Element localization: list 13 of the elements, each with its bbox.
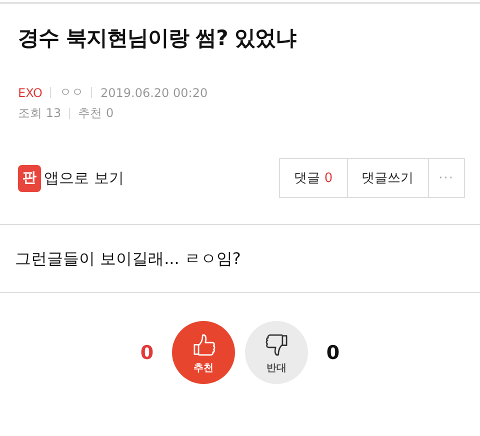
post-title: 경수 북지현님이랑 썸? 있었냐 xyxy=(18,25,298,52)
downvote-button[interactable]: 반대 xyxy=(245,321,308,384)
post-date: 2019.06.20 00:20 xyxy=(100,86,208,100)
author-name: ㅇㅇ xyxy=(59,84,84,101)
upvote-button[interactable]: 추천 xyxy=(172,321,235,384)
app-icon[interactable]: 판 xyxy=(18,164,41,192)
vote-count: 0 xyxy=(325,342,341,364)
vote-count: 0 xyxy=(139,342,155,364)
category-link[interactable]: EXO xyxy=(18,86,42,100)
post-stat: 추천 0 xyxy=(78,105,114,122)
post-body: 그런글들이 보이길래... ㄹㅇ임? xyxy=(0,225,480,293)
post-stat: 조회 13 xyxy=(18,105,62,122)
open-in-app-link[interactable]: 앱으로 보기 xyxy=(44,168,124,188)
